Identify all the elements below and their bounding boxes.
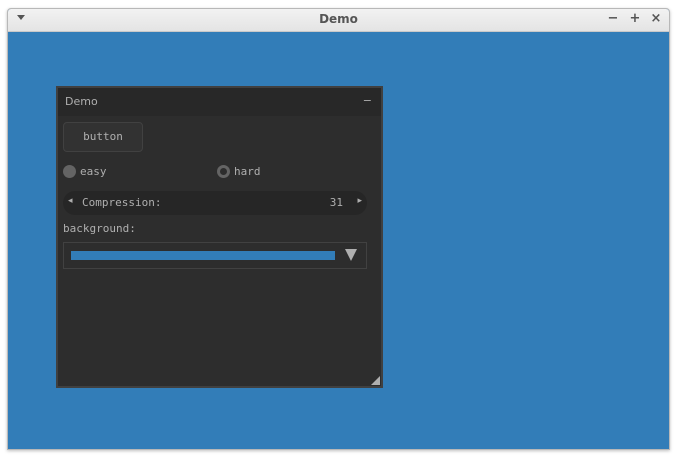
app-window: Demo − + × Demo − button easy hard ◂ Com… (7, 8, 670, 450)
radio-easy[interactable]: easy (63, 163, 107, 179)
radio-hard-label: hard (234, 164, 261, 178)
background-color-swatch (71, 251, 335, 260)
radio-unselected-icon[interactable] (217, 164, 230, 178)
compression-label: Compression: (82, 196, 162, 209)
compression-property[interactable]: ◂ Compression: 31 ▸ (63, 191, 367, 215)
panel-title: Demo (65, 95, 98, 108)
radio-hard[interactable]: hard (217, 163, 261, 179)
close-button[interactable]: × (649, 11, 663, 27)
panel-header[interactable]: Demo − (58, 88, 381, 116)
compression-value[interactable]: 31 (330, 196, 343, 209)
triangle-down-icon[interactable] (345, 249, 357, 261)
background-color-combo[interactable] (63, 242, 367, 269)
increment-arrow-icon[interactable]: ▸ (357, 196, 362, 206)
panel-minimize-button[interactable]: − (363, 94, 372, 107)
background-label: background: (63, 222, 136, 235)
minimize-button[interactable]: − (606, 11, 620, 27)
window-titlebar[interactable]: Demo − + × (8, 9, 669, 32)
demo-panel: Demo − button easy hard ◂ Compression: 3… (56, 86, 383, 388)
demo-button[interactable]: button (63, 122, 143, 152)
resize-grip-icon[interactable] (371, 376, 380, 385)
decrement-arrow-icon[interactable]: ◂ (68, 196, 73, 206)
radio-selected-icon[interactable] (63, 164, 76, 178)
window-title: Demo (319, 12, 358, 26)
radio-easy-label: easy (80, 164, 107, 178)
maximize-button[interactable]: + (628, 11, 642, 27)
